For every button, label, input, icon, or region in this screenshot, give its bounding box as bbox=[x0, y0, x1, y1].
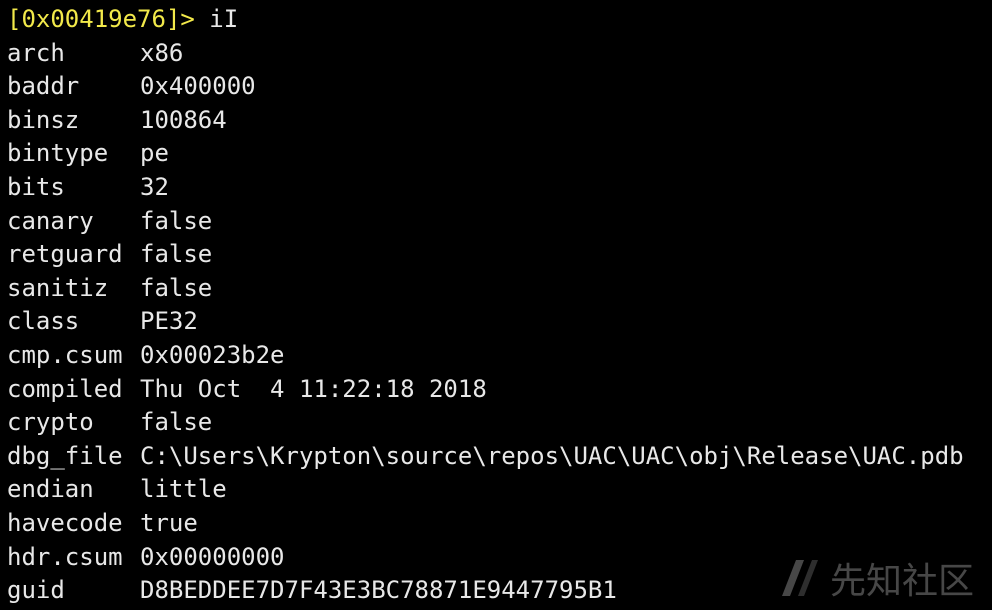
info-row: dbg_file C:\Users\Krypton\source\repos\UA… bbox=[7, 440, 992, 474]
info-key: crypto bbox=[7, 408, 94, 437]
info-value: D8BEDDEE7D7F43E3BC78871E9447795B1 bbox=[140, 576, 617, 605]
xianzhi-logo-icon bbox=[781, 560, 818, 596]
info-key: havecode bbox=[7, 508, 123, 537]
info-key: bintype bbox=[7, 139, 109, 168]
info-value: C:\Users\Krypton\source\repos\UAC\UAC\ob… bbox=[140, 441, 964, 470]
info-key: cmp.csum bbox=[7, 340, 123, 369]
info-row: bits 32 bbox=[7, 171, 992, 205]
info-row: bintype pe bbox=[7, 137, 992, 171]
info-row: baddr 0x400000 bbox=[7, 70, 992, 104]
info-key: binsz bbox=[7, 105, 80, 134]
info-value: x86 bbox=[140, 38, 184, 67]
info-key: arch bbox=[7, 38, 65, 67]
info-row: binsz 100864 bbox=[7, 104, 992, 138]
info-key: dbg_file bbox=[7, 441, 123, 470]
prompt-command: iI bbox=[194, 5, 239, 33]
info-value: false bbox=[140, 273, 213, 302]
info-value: Thu Oct 4 11:22:18 2018 bbox=[140, 374, 487, 403]
info-value: pe bbox=[140, 139, 169, 168]
watermark-text: 先知社区 bbox=[829, 561, 974, 602]
info-key: guid bbox=[7, 576, 65, 605]
info-key: endian bbox=[7, 475, 94, 504]
info-key: hdr.csum bbox=[7, 542, 123, 571]
info-row: arch x86 bbox=[7, 37, 992, 71]
info-key: compiled bbox=[7, 374, 123, 403]
info-value: false bbox=[140, 408, 213, 437]
info-value: 0x400000 bbox=[140, 72, 256, 101]
info-key: retguard bbox=[7, 240, 123, 269]
info-row: canary false bbox=[7, 205, 992, 239]
info-row: endian little bbox=[7, 473, 992, 507]
info-value: 100864 bbox=[140, 105, 227, 134]
prompt-line: [0x00419e76]> iI bbox=[7, 3, 992, 37]
info-row: class PE32 bbox=[7, 305, 992, 339]
info-key: canary bbox=[7, 206, 94, 235]
info-value: PE32 bbox=[140, 307, 198, 336]
prompt-address: [0x00419e76]> bbox=[7, 5, 195, 33]
info-row: cmp.csum 0x00023b2e bbox=[7, 339, 992, 373]
info-value: true bbox=[140, 508, 198, 537]
info-key: baddr bbox=[7, 72, 80, 101]
info-value: little bbox=[140, 475, 227, 504]
info-row: retguard false bbox=[7, 238, 992, 272]
info-value: 0x00023b2e bbox=[140, 340, 285, 369]
info-row: compiled Thu Oct 4 11:22:18 2018 bbox=[7, 373, 992, 407]
terminal-output: [0x00419e76]> iI arch x86 baddr 0x400000 b… bbox=[7, 3, 992, 610]
watermark: 先知社区 bbox=[778, 552, 974, 604]
info-value: 32 bbox=[140, 172, 169, 201]
info-value: false bbox=[140, 206, 213, 235]
info-value: 0x00000000 bbox=[140, 542, 285, 571]
info-key: class bbox=[7, 307, 80, 336]
info-value: false bbox=[140, 240, 213, 269]
info-row: crypto false bbox=[7, 406, 992, 440]
info-row: sanitiz false bbox=[7, 272, 992, 306]
info-key: sanitiz bbox=[7, 273, 109, 302]
info-key: bits bbox=[7, 172, 65, 201]
info-row: havecode true bbox=[7, 507, 992, 541]
